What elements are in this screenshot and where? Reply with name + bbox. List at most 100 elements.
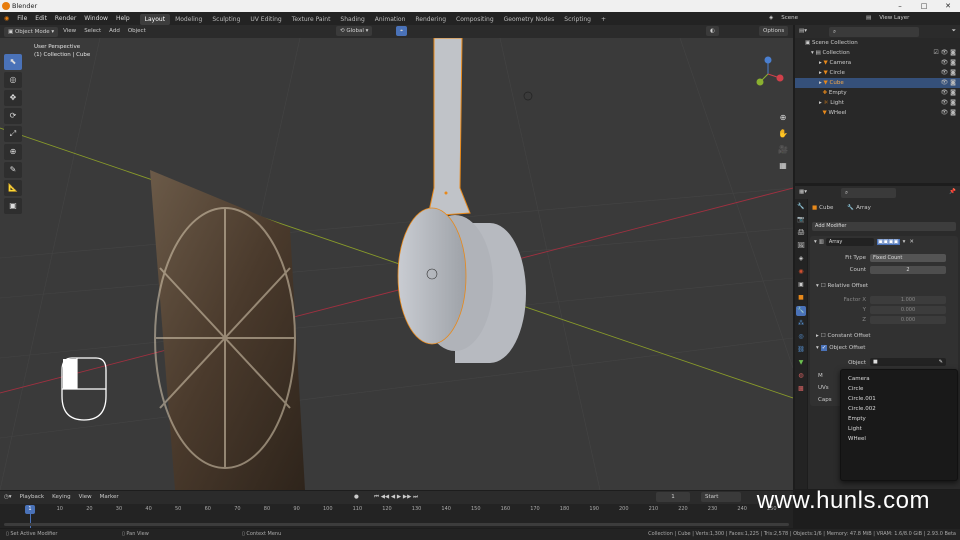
properties-search-input[interactable]: ⌕ — [840, 187, 896, 198]
modifier-tab-icon[interactable]: 🔧 — [796, 306, 806, 316]
add-cube-tool-icon[interactable]: ▣ — [4, 198, 22, 214]
tab-rendering[interactable]: Rendering — [410, 14, 451, 25]
dropdown-item-circle-002[interactable]: Circle.002 — [841, 404, 957, 414]
minimize-button[interactable]: – — [888, 0, 912, 12]
edit-mode-toggle-icon[interactable]: ▣▣▣▣ — [876, 239, 900, 245]
eye-icon[interactable]: 👁 ◙ — [941, 98, 956, 108]
cursor-tool-icon[interactable]: ◎ — [4, 72, 22, 88]
eyedropper-icon[interactable]: ✎ — [939, 358, 943, 366]
tab-texture-paint[interactable]: Texture Paint — [287, 14, 336, 25]
tab-animation[interactable]: Animation — [370, 14, 411, 25]
transform-tool-icon[interactable]: ⊕ — [4, 144, 22, 160]
visibility-icon[interactable]: ☑ 👁 ◙ — [933, 48, 956, 58]
collection-tab-icon[interactable]: ▣ — [796, 280, 806, 290]
maximize-button[interactable]: □ — [912, 0, 936, 12]
filter-icon[interactable]: ⏷ — [948, 25, 960, 38]
constraints-tab-icon[interactable]: ⛓ — [796, 345, 806, 355]
current-frame-input[interactable]: 1 — [656, 492, 690, 502]
menu-keying[interactable]: Keying — [48, 491, 74, 504]
modifier-name-input[interactable]: Array — [825, 238, 874, 246]
3d-viewport[interactable]: ⬉ ◎ ✥ ⟳ ⤢ ⊕ ✎ 📐 ▣ User Perspective (1) C… — [0, 38, 793, 490]
menu-object[interactable]: Object — [124, 25, 150, 38]
rotate-tool-icon[interactable]: ⟳ — [4, 108, 22, 124]
camera-view-icon[interactable]: 🎥 — [776, 142, 790, 158]
output-tab-icon[interactable]: 🖨 — [796, 228, 806, 238]
annotate-tool-icon[interactable]: ✎ — [4, 162, 22, 178]
pan-hand-icon[interactable]: ✋ — [776, 126, 790, 142]
world-tab-icon[interactable]: ◉ — [796, 267, 806, 277]
dropdown-item-light[interactable]: Light — [841, 424, 957, 434]
tab-layout[interactable]: Layout — [139, 13, 171, 25]
collection-row[interactable]: ▾ ▤ Collection ☑ 👁 ◙ — [795, 48, 960, 58]
list-item[interactable]: ▼ WHeel 👁 ◙ — [795, 108, 960, 118]
measure-tool-icon[interactable]: 📐 — [4, 180, 22, 196]
ortho-grid-icon[interactable]: ▦ — [776, 158, 790, 174]
timeline-editor-icon[interactable]: ◷▾ — [0, 491, 16, 504]
eye-icon[interactable]: 👁 ◙ — [941, 78, 956, 88]
collapsed-panel-merge[interactable]: M — [818, 373, 823, 379]
texture-tab-icon[interactable]: ▩ — [796, 384, 806, 394]
particles-tab-icon[interactable]: ⁂ — [796, 319, 806, 329]
menu-playback[interactable]: Playback — [16, 491, 49, 504]
list-item[interactable]: ✚ Empty 👁 ◙ — [795, 88, 960, 98]
options-button[interactable]: Options — [759, 26, 789, 36]
list-item[interactable]: ▸ ▼ Circle 👁 ◙ — [795, 68, 960, 78]
playhead[interactable]: 1 — [25, 505, 35, 514]
timeline-scrollbar[interactable] — [4, 523, 789, 526]
menu-timeline-view[interactable]: View — [75, 491, 96, 504]
blender-menu-icon[interactable]: ◉ — [0, 12, 13, 25]
scale-tool-icon[interactable]: ⤢ — [4, 126, 22, 142]
timeline[interactable]: 1102030405060708090100110120130140150160… — [0, 504, 793, 528]
outliner-search-input[interactable]: ⌕ — [828, 26, 919, 37]
tool-tab-icon[interactable]: 🔧 — [796, 202, 806, 212]
tab-shading[interactable]: Shading — [335, 14, 369, 25]
menu-help[interactable]: Help — [112, 12, 134, 25]
collapsed-panel-uvs[interactable]: UVs — [818, 385, 829, 391]
menu-view[interactable]: View — [59, 25, 80, 38]
add-workspace-button[interactable]: + — [596, 14, 611, 25]
collapsed-panel-caps[interactable]: Caps — [818, 397, 832, 403]
relative-offset-row[interactable]: ▾ ☐ Relative Offset — [816, 282, 868, 289]
constant-offset-row[interactable]: ▸ ☐ Constant Offset — [816, 332, 871, 339]
dropdown-item-camera[interactable]: Camera — [841, 374, 957, 384]
transform-orientation[interactable]: ⟲ Global ▾ — [336, 26, 373, 36]
start-frame-input[interactable]: Start — [701, 492, 741, 502]
view-layer-tab-icon[interactable]: 🖼 — [796, 241, 806, 251]
scene-collection-row[interactable]: ▣ Scene Collection — [795, 38, 960, 48]
scene-selector[interactable]: ◈ Scene — [765, 12, 802, 25]
eye-icon[interactable]: 👁 ◙ — [941, 88, 956, 98]
move-tool-icon[interactable]: ✥ — [4, 90, 22, 106]
physics-tab-icon[interactable]: ◎ — [796, 332, 806, 342]
menu-window[interactable]: Window — [80, 12, 112, 25]
tab-uv-editing[interactable]: UV Editing — [245, 14, 286, 25]
add-modifier-button[interactable]: Add Modifier — [812, 222, 956, 231]
offset-object-input[interactable]: ■ ✎ — [870, 358, 946, 366]
object-offset-row[interactable]: ▾ ✓ Object Offset — [816, 344, 865, 351]
list-item[interactable]: ▸ ▼ Cube 👁 ◙ — [795, 78, 960, 88]
menu-file[interactable]: File — [13, 12, 31, 25]
close-button[interactable]: ✕ — [936, 0, 960, 12]
factor-x-input[interactable]: 1.000 — [870, 296, 946, 304]
editor-type-icon[interactable]: ▤▾ — [795, 25, 811, 38]
render-tab-icon[interactable]: 📷 — [796, 215, 806, 225]
playback-controls-icon[interactable]: ⏮ ◀◀ ◀ ▶ ▶▶ ⏭ — [370, 491, 422, 504]
dropdown-item-empty[interactable]: Empty — [841, 414, 957, 424]
menu-select[interactable]: Select — [80, 25, 105, 38]
object-tab-icon[interactable]: ■ — [796, 293, 806, 303]
data-tab-icon[interactable]: ▼ — [796, 358, 806, 368]
checkbox-unchecked-icon[interactable]: ☐ — [821, 333, 826, 339]
select-tool-icon[interactable]: ⬉ — [4, 54, 22, 70]
remove-modifier-icon[interactable]: ✕ — [909, 239, 914, 245]
record-icon[interactable]: ● — [350, 491, 363, 504]
count-input[interactable]: 2 — [870, 266, 946, 274]
shading-solid-icon[interactable]: ◐ — [706, 26, 719, 36]
tab-modeling[interactable]: Modeling — [170, 14, 207, 25]
tab-sculpting[interactable]: Sculpting — [207, 14, 245, 25]
mode-selector[interactable]: ▣ Object Mode ▾ — [4, 26, 59, 37]
fit-type-select[interactable]: Fixed Count — [870, 254, 946, 262]
zoom-icon[interactable]: ⊕ — [776, 110, 790, 126]
tab-scripting[interactable]: Scripting — [559, 14, 596, 25]
dropdown-icon[interactable]: ▾ — [903, 239, 906, 245]
properties-editor-icon[interactable]: ▦▾ — [795, 186, 811, 199]
menu-marker[interactable]: Marker — [96, 491, 123, 504]
